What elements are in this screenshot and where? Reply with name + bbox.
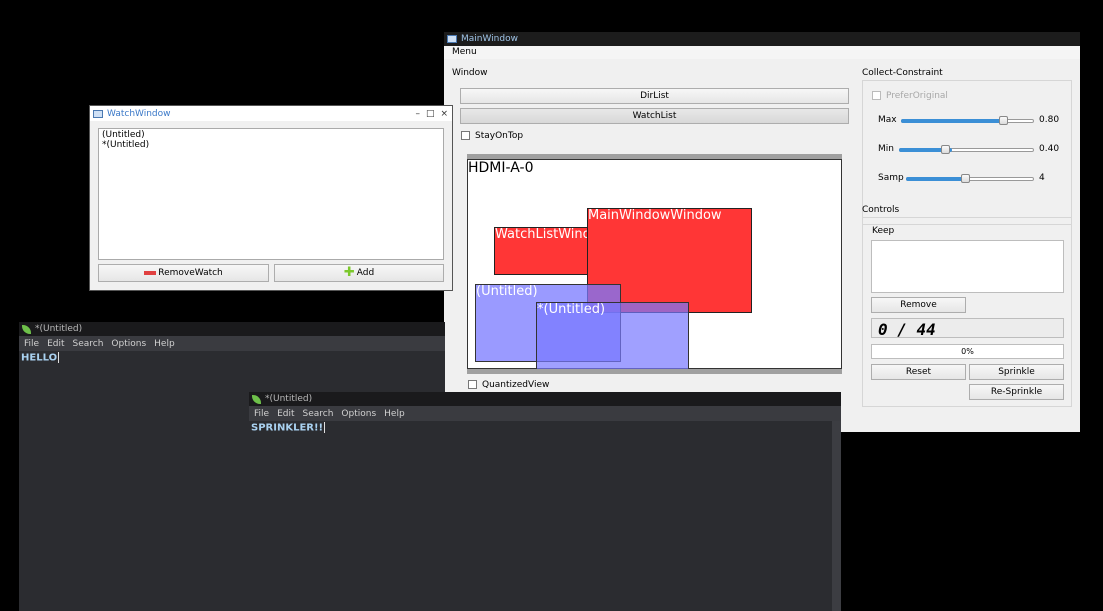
main-window-title: MainWindow	[461, 34, 518, 44]
editor-title: *(Untitled)	[35, 324, 83, 334]
list-item[interactable]: (Untitled)	[102, 130, 440, 140]
editor-text: SPRINKLER!!	[251, 422, 324, 434]
sprinkle-button[interactable]: Sprinkle	[969, 364, 1064, 380]
window-group-title: Window	[452, 68, 488, 78]
resprinkle-button-label: Re-Sprinkle	[990, 387, 1043, 397]
collect-constraint-title: Collect-Constraint	[862, 68, 943, 78]
quantized-view-label: QuantizedView	[482, 380, 550, 390]
plus-icon: ✚	[343, 265, 355, 280]
keep-list[interactable]	[871, 240, 1064, 293]
remove-watch-label: RemoveWatch	[158, 268, 223, 278]
editor-scrollbar[interactable]	[832, 421, 841, 611]
samp-value: 4	[1039, 173, 1045, 183]
menu-edit[interactable]: Edit	[277, 409, 294, 419]
min-value: 0.40	[1039, 144, 1060, 154]
leaf-icon	[22, 324, 31, 334]
editor-window-2: *(Untitled) File Edit Search Options Hel…	[249, 392, 841, 611]
min-slider-handle[interactable]	[941, 145, 950, 154]
max-slider-handle[interactable]	[999, 116, 1008, 125]
editor-text-area[interactable]: HELLO	[21, 352, 60, 364]
editor-title: *(Untitled)	[265, 394, 313, 404]
menu-help[interactable]: Help	[154, 339, 175, 349]
menu-help[interactable]: Help	[384, 409, 405, 419]
sprinkle-button-label: Sprinkle	[998, 367, 1035, 377]
remove-button-label: Remove	[900, 300, 937, 310]
monitor-label: HDMI-A-0	[468, 160, 534, 176]
list-item[interactable]: *(Untitled)	[102, 140, 440, 150]
min-label: Min	[878, 144, 894, 154]
window-icon	[93, 109, 103, 118]
watch-list[interactable]: (Untitled) *(Untitled)	[98, 128, 444, 260]
collect-constraint-group: PreferOriginal Max 0.80 Min 0.40 Samp 4	[862, 80, 1072, 225]
menu-file[interactable]: File	[254, 409, 269, 419]
close-icon[interactable]: ×	[440, 109, 448, 119]
max-slider[interactable]	[901, 116, 1034, 125]
leaf-icon	[252, 394, 261, 404]
watchlist-button-label: WatchList	[632, 111, 677, 121]
text-caret	[58, 352, 60, 363]
samp-label: Samp	[878, 173, 904, 183]
remove-watch-button[interactable]: RemoveWatch	[98, 264, 269, 282]
max-value: 0.80	[1039, 115, 1060, 125]
stay-on-top-label: StayOnTop	[475, 131, 524, 141]
max-slider-fill	[901, 119, 1006, 123]
reset-button[interactable]: Reset	[871, 364, 966, 380]
watch-window: WatchWindow – □ × (Untitled) *(Untitled)…	[89, 105, 453, 291]
dirlist-button[interactable]: DirList	[460, 88, 849, 104]
editor-menu-bar: File Edit Search Options Help	[19, 336, 445, 351]
watch-window-titlebar[interactable]: WatchWindow – □ ×	[90, 106, 452, 121]
menu-search[interactable]: Search	[303, 409, 334, 419]
progress-text: 0%	[961, 347, 974, 356]
menu-file[interactable]: File	[24, 339, 39, 349]
reset-button-label: Reset	[905, 367, 932, 377]
editor-titlebar[interactable]: *(Untitled)	[249, 392, 841, 406]
main-window-titlebar[interactable]: MainWindow	[444, 32, 1080, 46]
minimize-icon[interactable]: –	[415, 109, 420, 119]
menu-bar: Menu	[444, 46, 1080, 59]
menu-search[interactable]: Search	[73, 339, 104, 349]
menu-options[interactable]: Options	[111, 339, 146, 349]
window-icon	[447, 35, 457, 43]
counter-display: 0 / 44	[871, 318, 1064, 339]
prefer-original-label: PreferOriginal	[886, 91, 948, 101]
stay-on-top-checkbox[interactable]	[461, 131, 470, 140]
keep-label: Keep	[872, 226, 895, 236]
preview-rect-untitled-modified[interactable]: *(Untitled)	[536, 302, 689, 370]
monitor-preview: HDMI-A-0 WatchListWindow MainWindowWindo…	[467, 159, 842, 370]
main-window: MainWindow Menu Window DirList WatchList…	[444, 32, 1080, 432]
min-slider[interactable]	[899, 145, 1034, 154]
menu-options[interactable]: Options	[341, 409, 376, 419]
maximize-icon[interactable]: □	[426, 109, 435, 119]
prefer-original-checkbox[interactable]	[872, 91, 881, 100]
editor-text: HELLO	[21, 352, 58, 364]
watchlist-button[interactable]: WatchList	[460, 108, 849, 124]
controls-group: Keep Remove 0 / 44 0% Reset Sprinkle Re-…	[862, 217, 1072, 407]
menu-edit[interactable]: Edit	[47, 339, 64, 349]
quantized-view-checkbox[interactable]	[468, 380, 477, 389]
controls-title: Controls	[862, 205, 900, 215]
counter-value: 0 / 44	[878, 320, 936, 339]
samp-slider-handle[interactable]	[961, 174, 970, 183]
minus-icon	[144, 271, 157, 275]
editor-menu-bar: File Edit Search Options Help	[249, 406, 841, 421]
preview-rect-watchlist[interactable]: WatchListWindow	[494, 227, 590, 275]
preview-frame-bottom	[467, 369, 842, 374]
remove-button[interactable]: Remove	[871, 297, 966, 313]
resprinkle-button[interactable]: Re-Sprinkle	[969, 384, 1064, 400]
dirlist-button-label: DirList	[640, 91, 669, 101]
watch-window-title: WatchWindow	[107, 108, 171, 119]
editor-text-area[interactable]: SPRINKLER!!	[251, 422, 326, 434]
menu-item[interactable]: Menu	[452, 47, 477, 57]
progress-bar: 0%	[871, 344, 1064, 359]
text-caret	[324, 422, 326, 433]
add-watch-label: Add	[356, 268, 375, 278]
editor-titlebar[interactable]: *(Untitled)	[19, 322, 445, 336]
max-label: Max	[878, 115, 897, 125]
samp-slider[interactable]	[906, 174, 1034, 183]
add-watch-button[interactable]: ✚ Add	[274, 264, 444, 282]
samp-slider-fill	[906, 177, 963, 181]
